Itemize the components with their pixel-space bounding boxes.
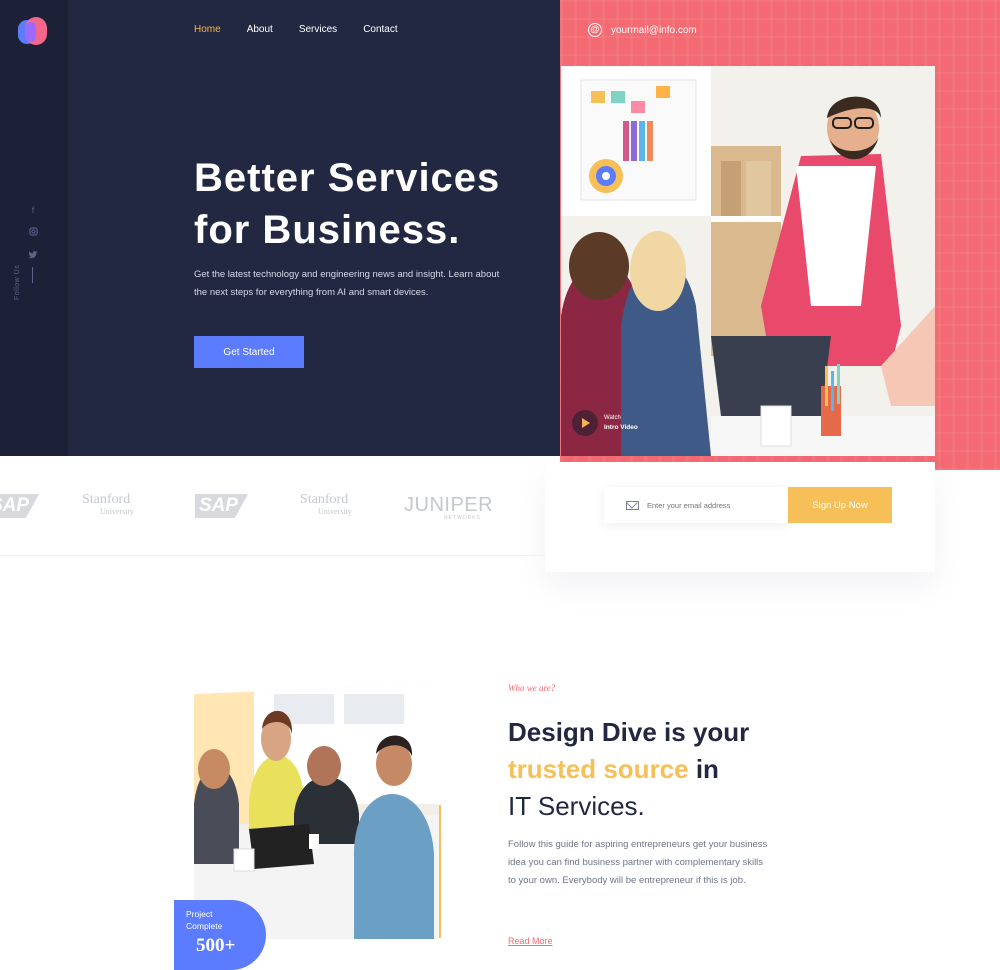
about-title-accent: trusted source bbox=[508, 754, 689, 784]
partner-logo-juniper: JUNIPER NETWORKS bbox=[404, 494, 493, 521]
about-title-part1: Design Dive is your bbox=[508, 717, 750, 747]
section-kicker: Who we are? bbox=[508, 683, 556, 693]
stanford-wordmark: Stanford bbox=[300, 492, 349, 507]
about-title: Design Dive is your trusted source in IT… bbox=[508, 714, 828, 825]
main-nav: Home About Services Contact bbox=[194, 24, 398, 35]
stanford-subtitle: University bbox=[100, 507, 134, 516]
stanford-wordmark: Stanford bbox=[82, 492, 131, 507]
contact-email[interactable]: @ yourmail@info.com bbox=[588, 23, 697, 37]
at-icon: @ bbox=[588, 23, 602, 37]
nav-about[interactable]: About bbox=[247, 24, 273, 35]
stanford-subtitle: University bbox=[318, 507, 352, 516]
hero-title-line2: for Business. bbox=[194, 208, 461, 252]
hero-photo bbox=[561, 66, 935, 456]
partner-logo-stanford-2: Stanford University bbox=[300, 492, 352, 518]
about-description: Follow this guide for aspiring entrepren… bbox=[508, 839, 768, 886]
play-icon[interactable] bbox=[572, 410, 598, 436]
read-more-link[interactable]: Read More bbox=[508, 936, 553, 946]
partner-logo-sap-2: SAP bbox=[195, 494, 249, 518]
partner-logo-sap-1: SAP bbox=[0, 494, 40, 518]
nav-contact[interactable]: Contact bbox=[363, 24, 397, 35]
hero-title-line1: Better Services bbox=[194, 156, 501, 200]
projects-complete-badge: Project Complete 500+ bbox=[174, 900, 266, 970]
contact-email-text: yourmail@info.com bbox=[611, 24, 697, 36]
partner-logo-stanford-1: Stanford University bbox=[82, 492, 134, 518]
hero-title: Better Services for Business. bbox=[194, 152, 554, 256]
hero-description: Get the latest technology and engineerin… bbox=[194, 269, 500, 298]
brand-logo[interactable] bbox=[18, 17, 48, 47]
facebook-icon[interactable]: f bbox=[27, 204, 39, 217]
hero-section: Home About Services Contact @ yourmail@i… bbox=[0, 0, 1000, 470]
about-title-part2: in bbox=[688, 754, 719, 784]
stat-value: 500+ bbox=[196, 935, 236, 956]
video-small-label: Watch bbox=[604, 415, 621, 421]
follow-us-label: Follow Us bbox=[14, 264, 21, 300]
about-title-line3: IT Services. bbox=[508, 791, 645, 821]
stat-label-2: Complete bbox=[186, 921, 223, 931]
newsletter-email-field[interactable] bbox=[604, 487, 788, 523]
follow-divider bbox=[32, 267, 33, 283]
email-input[interactable] bbox=[647, 500, 777, 510]
section-divider bbox=[0, 555, 545, 556]
intro-video[interactable]: Watch Intro Video bbox=[572, 410, 638, 436]
stat-label-1: Project bbox=[186, 909, 213, 919]
sign-up-button[interactable]: Sign Up Now bbox=[788, 487, 892, 523]
instagram-icon[interactable] bbox=[27, 227, 39, 240]
envelope-icon bbox=[626, 500, 639, 510]
video-text: Watch Intro Video bbox=[604, 414, 638, 432]
video-label: Intro Video bbox=[604, 424, 638, 431]
nav-services[interactable]: Services bbox=[299, 24, 337, 35]
social-links: f bbox=[26, 204, 40, 263]
get-started-button[interactable]: Get Started bbox=[194, 336, 304, 368]
twitter-icon[interactable] bbox=[27, 250, 39, 263]
juniper-wordmark: JUNIPER bbox=[404, 494, 494, 516]
nav-home[interactable]: Home bbox=[194, 24, 221, 35]
partner-logos: SAP Stanford University SAP Stanford Uni… bbox=[0, 478, 560, 538]
